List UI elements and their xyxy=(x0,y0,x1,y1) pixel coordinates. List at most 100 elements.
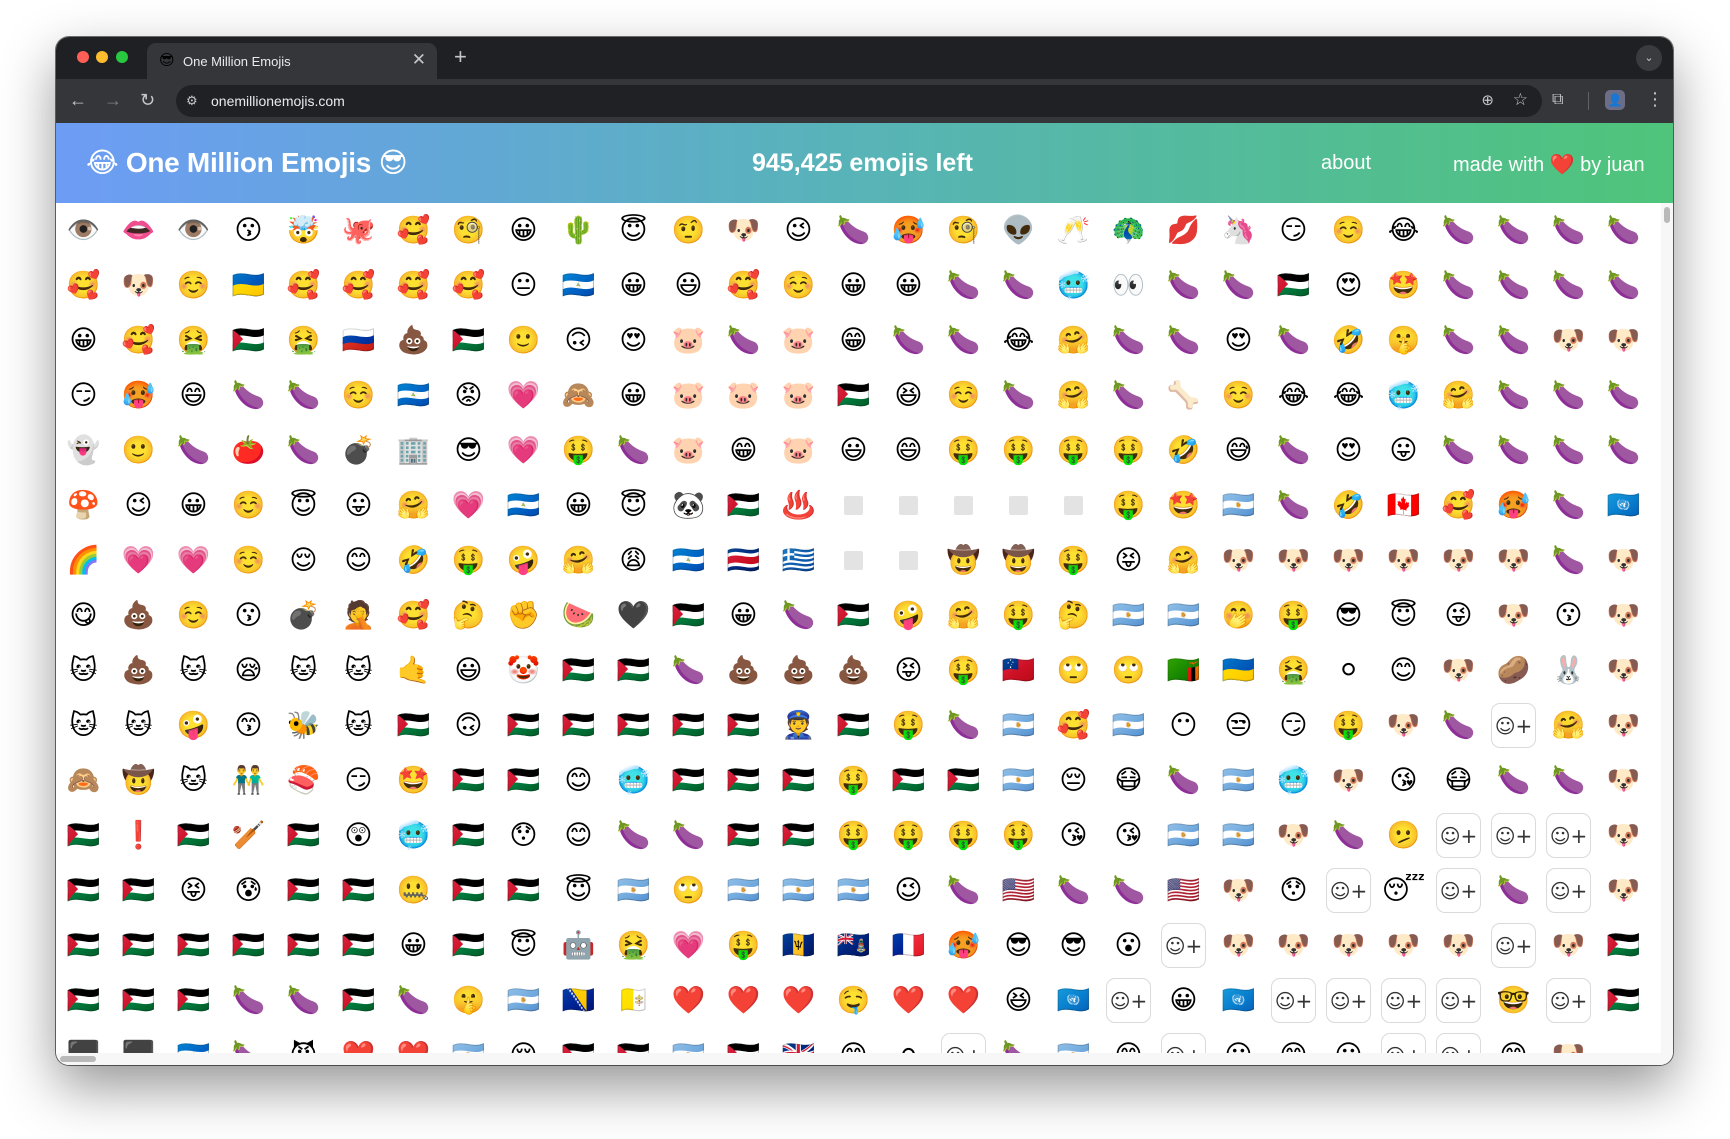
emoji-cell[interactable]: 🇵🇸 xyxy=(56,863,111,918)
emoji-cell[interactable]: 🍆 xyxy=(276,368,331,423)
forward-arrow-icon[interactable]: → xyxy=(104,89,122,111)
emoji-cell[interactable]: 😇 xyxy=(606,478,661,533)
emoji-cell[interactable]: 🤠 xyxy=(111,753,166,808)
emoji-cell[interactable]: 🦴 xyxy=(1156,368,1211,423)
emoji-cell[interactable]: 🇵🇸 xyxy=(716,698,771,753)
emoji-cell[interactable]: 🍆 xyxy=(1101,313,1156,368)
emoji-cell[interactable]: ⚪ xyxy=(881,1028,936,1053)
emoji-cell[interactable]: 🤑 xyxy=(1321,698,1376,753)
emoji-cell[interactable]: 🥶 xyxy=(606,753,661,808)
extensions-puzzle-icon[interactable]: ⧉ xyxy=(1552,90,1563,110)
emoji-cell[interactable]: 🥵 xyxy=(111,368,166,423)
emoji-cell[interactable]: 👁️ xyxy=(56,203,111,258)
emoji-cell[interactable]: 🤪 xyxy=(166,698,221,753)
emoji-cell[interactable]: ♨️ xyxy=(771,478,826,533)
emoji-cell[interactable]: 🐶 xyxy=(1596,313,1651,368)
emoji-cell[interactable]: 🇵🇸 xyxy=(496,863,551,918)
emoji-cell[interactable]: 😇 xyxy=(496,918,551,973)
empty-slot[interactable] xyxy=(826,478,881,533)
emoji-cell[interactable]: 😍 xyxy=(1321,258,1376,313)
emoji-cell[interactable]: 🐷 xyxy=(771,313,826,368)
emoji-cell[interactable]: 🐱 xyxy=(166,753,221,808)
emoji-cell[interactable]: 🍆 xyxy=(1486,863,1541,918)
emoji-cell[interactable]: 🐷 xyxy=(661,368,716,423)
emoji-cell[interactable]: 🇳🇮 xyxy=(661,533,716,588)
emoji-cell[interactable]: 🍆 xyxy=(1486,368,1541,423)
browser-menu-icon[interactable]: ⋮ xyxy=(1646,88,1664,110)
emoji-cell[interactable]: 🤫 xyxy=(441,973,496,1028)
emoji-cell[interactable]: 🐶 xyxy=(1541,1028,1596,1053)
emoji-cell[interactable]: 🐱 xyxy=(166,643,221,698)
emoji-cell[interactable]: 🤠 xyxy=(936,533,991,588)
emoji-cell[interactable]: 🍆 xyxy=(1596,203,1651,258)
emoji-cell[interactable]: 😇 xyxy=(551,863,606,918)
address-bar[interactable]: ⚙ onemillionemojis.com ⊕ ☆ xyxy=(176,85,1542,117)
emoji-cell[interactable]: 🐶 xyxy=(1596,533,1651,588)
emoji-cell[interactable]: 💗 xyxy=(496,368,551,423)
emoji-cell[interactable]: 🐙 xyxy=(331,203,386,258)
emoji-cell[interactable]: 🤑 xyxy=(881,698,936,753)
emoji-cell[interactable]: 😊 xyxy=(331,533,386,588)
emoji-cell[interactable]: 🇳🇮 xyxy=(496,478,551,533)
emoji-cell[interactable]: 🤑 xyxy=(991,423,1046,478)
emoji-cell[interactable]: 😉 xyxy=(881,863,936,918)
emoji-cell[interactable]: 🇵🇸 xyxy=(331,973,386,1028)
emoji-cell[interactable]: 💋 xyxy=(1156,203,1211,258)
emoji-cell[interactable]: 🍣 xyxy=(276,753,331,808)
emoji-cell[interactable]: 😝 xyxy=(166,863,221,918)
emoji-cell[interactable]: 😀 xyxy=(716,588,771,643)
emoji-cell[interactable]: 🍆 xyxy=(1156,753,1211,808)
emoji-cell[interactable]: 😍 xyxy=(1321,423,1376,478)
empty-slot[interactable] xyxy=(881,533,936,588)
emoji-cell[interactable]: 🥵 xyxy=(881,203,936,258)
emoji-cell[interactable]: 🤑 xyxy=(1101,478,1156,533)
emoji-cell[interactable]: 🤣 xyxy=(1156,423,1211,478)
emoji-cell[interactable]: 💩 xyxy=(826,643,881,698)
emoji-cell[interactable]: 🍉 xyxy=(551,588,606,643)
add-emoji-button[interactable] xyxy=(1156,1028,1211,1053)
emoji-cell[interactable]: 😐 xyxy=(496,258,551,313)
emoji-cell[interactable]: 👽 xyxy=(991,203,1046,258)
emoji-cell[interactable]: 🇦🇷 xyxy=(441,1028,496,1053)
emoji-cell[interactable]: 🇵🇸 xyxy=(496,753,551,808)
emoji-cell[interactable]: 🇵🇸 xyxy=(826,588,881,643)
emoji-cell[interactable]: 🍆 xyxy=(881,313,936,368)
emoji-cell[interactable]: 🇬🇷 xyxy=(771,533,826,588)
emoji-cell[interactable]: 😷 xyxy=(1101,753,1156,808)
emoji-cell[interactable]: 🍆 xyxy=(1321,808,1376,863)
emoji-cell[interactable]: 🤪 xyxy=(496,533,551,588)
emoji-cell[interactable]: ✊ xyxy=(496,588,551,643)
emoji-cell[interactable]: 😃 xyxy=(441,643,496,698)
emoji-cell[interactable]: 🤗 xyxy=(936,588,991,643)
emoji-cell[interactable]: 🍆 xyxy=(1486,753,1541,808)
add-emoji-button[interactable] xyxy=(1541,973,1596,1028)
emoji-cell[interactable]: 🇵🇸 xyxy=(56,973,111,1028)
emoji-cell[interactable]: 🇦🇷 xyxy=(661,1028,716,1053)
emoji-cell[interactable]: 🍆 xyxy=(991,368,1046,423)
emoji-cell[interactable]: 🇵🇸 xyxy=(276,808,331,863)
emoji-cell[interactable]: 😍 xyxy=(606,313,661,368)
emoji-cell[interactable]: 😇 xyxy=(1376,588,1431,643)
emoji-cell[interactable]: 🇵🇸 xyxy=(386,698,441,753)
emoji-cell[interactable]: 😛 xyxy=(1376,423,1431,478)
emoji-cell[interactable]: 🐱 xyxy=(56,643,111,698)
emoji-cell[interactable]: 🥰 xyxy=(1046,698,1101,753)
emoji-cell[interactable]: 💩 xyxy=(111,588,166,643)
emoji-cell[interactable]: 🍆 xyxy=(606,808,661,863)
emoji-cell[interactable]: 🥶 xyxy=(386,808,441,863)
emoji-cell[interactable]: 😘 xyxy=(1046,808,1101,863)
emoji-cell[interactable]: 🐷 xyxy=(661,423,716,478)
emoji-cell[interactable]: 🐶 xyxy=(1596,753,1651,808)
emoji-cell[interactable]: 😂 xyxy=(1266,368,1321,423)
emoji-cell[interactable]: 🐶 xyxy=(111,258,166,313)
emoji-cell[interactable]: 🇵🇸 xyxy=(331,863,386,918)
emoji-cell[interactable]: 🐶 xyxy=(1211,863,1266,918)
emoji-cell[interactable]: 🌈 xyxy=(56,533,111,588)
emoji-cell[interactable]: 🐶 xyxy=(1211,918,1266,973)
emoji-cell[interactable]: 🥵 xyxy=(1486,478,1541,533)
emoji-cell[interactable]: 😍 xyxy=(1211,313,1266,368)
emoji-cell[interactable]: 💗 xyxy=(166,533,221,588)
new-tab-button[interactable]: + xyxy=(454,45,467,69)
emoji-cell[interactable]: 😛 xyxy=(331,478,386,533)
emoji-cell[interactable]: 🇵🇸 xyxy=(606,698,661,753)
